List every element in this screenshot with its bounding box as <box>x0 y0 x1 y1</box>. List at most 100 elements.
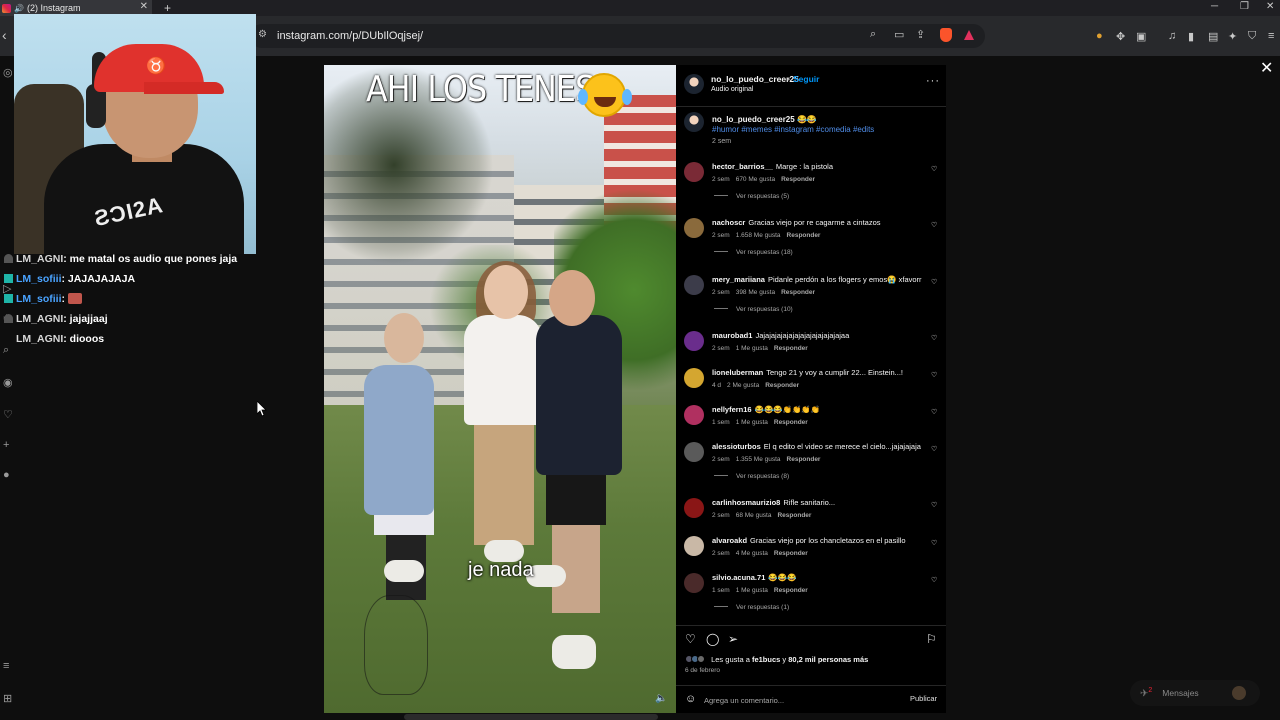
leo-ai-icon[interactable]: ✦ <box>1228 30 1237 43</box>
zoom-icon[interactable]: ⌕ <box>870 28 876 41</box>
comment-username[interactable]: lioneluberman <box>712 368 763 377</box>
comment-username[interactable]: carlinhosmaurizio8 <box>712 498 780 507</box>
comment-likes[interactable]: 1 Me gusta <box>736 587 768 594</box>
reply-button[interactable]: Responder <box>781 289 815 296</box>
like-comment-icon[interactable]: ♡ <box>931 539 937 547</box>
comment-username[interactable]: hector_barrios__ <box>712 162 773 171</box>
comment-avatar[interactable] <box>684 498 704 518</box>
comment-input[interactable] <box>704 693 894 707</box>
like-comment-icon[interactable]: ♡ <box>931 371 937 379</box>
like-comment-icon[interactable]: ♡ <box>931 221 937 229</box>
share-icon[interactable]: ➢ <box>728 632 738 646</box>
media-icon[interactable]: ♫ <box>1168 30 1176 42</box>
comment-avatar[interactable] <box>684 162 704 182</box>
like-comment-icon[interactable]: ♡ <box>931 445 937 453</box>
also-from-meta-icon[interactable]: ⊞ <box>3 692 12 705</box>
follow-button[interactable]: Seguir <box>793 74 819 84</box>
brave-rewards-icon[interactable] <box>964 30 974 40</box>
audio-original-link[interactable]: Audio original <box>711 86 753 93</box>
cast-icon[interactable]: ▭ <box>894 28 904 41</box>
view-replies-button[interactable]: Ver respuestas (1) <box>714 604 789 611</box>
comment-likes[interactable]: 670 Me gusta <box>736 176 775 183</box>
messages-button[interactable]: ✈2 Mensajes <box>1130 680 1260 706</box>
window-close-button[interactable]: ✕ <box>1266 1 1274 12</box>
audio-toggle-icon[interactable]: 🔈 <box>655 693 667 704</box>
comment-username[interactable]: silvio.acuna.71 <box>712 573 765 582</box>
reply-button[interactable]: Responder <box>781 176 815 183</box>
comment-icon[interactable]: ◯ <box>706 632 719 646</box>
site-settings-icon[interactable]: ⚙ <box>258 29 267 40</box>
comment-avatar[interactable] <box>684 573 704 593</box>
comment-likes[interactable]: 1 Me gusta <box>736 345 768 352</box>
reply-button[interactable]: Responder <box>774 550 808 557</box>
comment-likes[interactable]: 1 Me gusta <box>736 419 768 426</box>
comment-likes[interactable]: 1.658 Me gusta <box>736 232 781 239</box>
comment-username[interactable]: nellyfern16 <box>712 405 752 414</box>
like-comment-icon[interactable]: ♡ <box>931 501 937 509</box>
like-icon[interactable]: ♡ <box>685 632 696 646</box>
reply-button[interactable]: Responder <box>765 382 799 389</box>
reply-button[interactable]: Responder <box>787 232 821 239</box>
like-comment-icon[interactable]: ♡ <box>931 576 937 584</box>
comment-avatar[interactable] <box>684 405 704 425</box>
share-icon[interactable]: ⇪ <box>916 28 925 41</box>
url-text[interactable]: instagram.com/p/DUbIlOqjsej/ <box>277 30 423 42</box>
comment-avatar[interactable] <box>684 331 704 351</box>
profile-icon[interactable]: ● <box>3 469 10 481</box>
view-replies-button[interactable]: Ver respuestas (5) <box>714 193 789 200</box>
comment-username[interactable]: alessioturbos <box>712 442 761 451</box>
minimize-button[interactable]: ─ <box>1211 1 1218 12</box>
post-author-avatar[interactable] <box>684 74 704 94</box>
tab-close-icon[interactable]: ✕ <box>140 1 148 12</box>
vpn-icon[interactable]: ⛉ <box>1248 30 1256 43</box>
view-replies-button[interactable]: Ver respuestas (8) <box>714 473 789 480</box>
notifications-icon[interactable]: ♡ <box>3 408 13 421</box>
reel-video[interactable]: AHI LOS TENES je nada 🔈 <box>324 65 676 713</box>
comment-likes[interactable]: 2 Me gusta <box>727 382 759 389</box>
view-replies-button[interactable]: Ver respuestas (10) <box>714 306 793 313</box>
comment-likes[interactable]: 398 Me gusta <box>736 289 775 296</box>
maximize-button[interactable]: ❐ <box>1240 1 1249 12</box>
publish-button[interactable]: Publicar <box>910 694 937 703</box>
menu-icon[interactable]: ≡ <box>1268 30 1274 42</box>
back-icon[interactable]: ‹ <box>2 27 7 43</box>
comment-username[interactable]: maurobad1 <box>712 331 752 340</box>
emoji-picker-icon[interactable]: ☺ <box>685 693 696 705</box>
reply-button[interactable]: Responder <box>774 345 808 352</box>
explore-icon[interactable]: ◉ <box>3 376 13 389</box>
address-bar[interactable]: ⚙ instagram.com/p/DUbIlOqjsej/ ⌕ ▭ ⇪ <box>250 24 985 48</box>
extension-wallet-icon[interactable]: ● <box>1096 30 1103 42</box>
like-comment-icon[interactable]: ♡ <box>931 165 937 173</box>
comment-likes[interactable]: 68 Me gusta <box>736 512 772 519</box>
comment-likes[interactable]: 1.355 Me gusta <box>736 456 781 463</box>
save-icon[interactable]: ⚐ <box>926 632 937 646</box>
brave-shields-icon[interactable] <box>940 28 952 42</box>
likes-count[interactable]: 80,2 mil personas más <box>788 655 868 664</box>
comment-avatar[interactable] <box>684 368 704 388</box>
like-comment-icon[interactable]: ♡ <box>931 408 937 416</box>
like-comment-icon[interactable]: ♡ <box>931 334 937 342</box>
search-nav-icon[interactable]: ⌕ <box>3 344 9 357</box>
comment-likes[interactable]: 4 Me gusta <box>736 550 768 557</box>
post-author-username[interactable]: no_lo_puedo_creer25 <box>711 74 799 84</box>
horizontal-scrollbar[interactable] <box>404 714 658 720</box>
likes-user[interactable]: fe1bucs <box>752 655 780 664</box>
extensions-icon[interactable]: ✥ <box>1116 30 1125 43</box>
reply-button[interactable]: Responder <box>777 512 811 519</box>
comment-username[interactable]: nachoscr <box>712 218 745 227</box>
caption-username[interactable]: no_lo_puedo_creer25 <box>712 115 795 124</box>
comment-avatar[interactable] <box>684 218 704 238</box>
caption-hashtags[interactable]: #humor #memes #instagram #comedia #edits <box>712 125 874 134</box>
comment-avatar[interactable] <box>684 536 704 556</box>
view-replies-button[interactable]: Ver respuestas (18) <box>714 249 793 256</box>
reply-button[interactable]: Responder <box>787 456 821 463</box>
caption-author-avatar[interactable] <box>684 112 704 132</box>
comment-username[interactable]: mery_mariiana <box>712 275 765 284</box>
more-menu-icon[interactable]: ≡ <box>3 660 9 672</box>
comment-avatar[interactable] <box>684 275 704 295</box>
wallet-icon[interactable]: ▤ <box>1208 30 1218 43</box>
more-options-icon[interactable]: ··· <box>926 75 940 87</box>
reply-button[interactable]: Responder <box>774 419 808 426</box>
comment-username[interactable]: alvaroakd <box>712 536 747 545</box>
create-icon[interactable]: + <box>3 439 9 451</box>
